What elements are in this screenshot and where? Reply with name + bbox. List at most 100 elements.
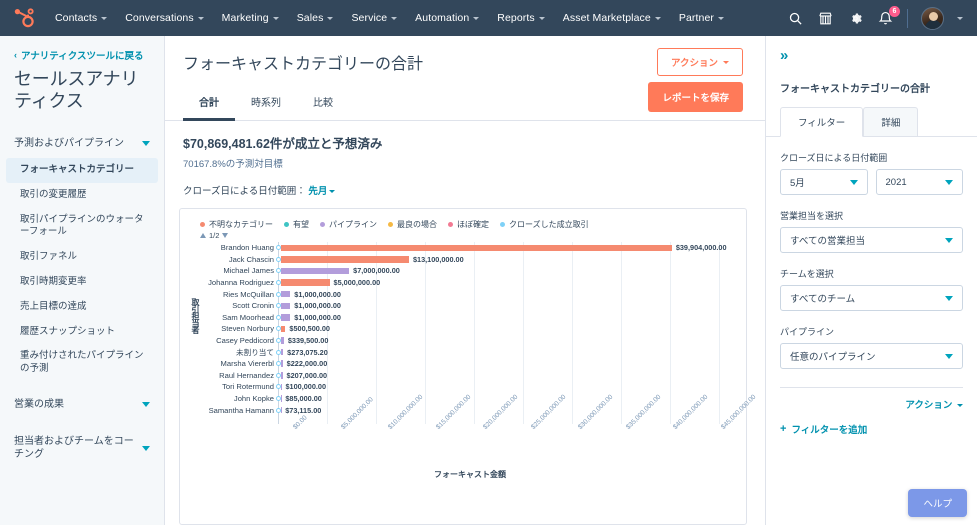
table-row[interactable]: Steven Norbury $500,500.00 bbox=[202, 323, 734, 335]
tab-filters[interactable]: フィルター bbox=[780, 107, 864, 137]
nav-item-automation[interactable]: Automation bbox=[406, 8, 488, 28]
add-filter-label: フィルターを追加 bbox=[791, 425, 868, 436]
bar-segment[interactable] bbox=[280, 302, 291, 310]
sidebar-item-deal-pipeline-waterfall[interactable]: 取引パイプラインのウォーターフォール bbox=[0, 208, 164, 246]
nav-item-sales[interactable]: Sales bbox=[288, 8, 343, 28]
tab-total[interactable]: 合計 bbox=[183, 88, 235, 121]
sidebar-item-weighted-pipeline-forecast[interactable]: 重み付けされたパイプラインの予測 bbox=[0, 344, 164, 382]
tab-timeseries[interactable]: 時系列 bbox=[235, 88, 297, 121]
chevron-down-icon bbox=[945, 179, 953, 185]
bar-segment[interactable] bbox=[280, 290, 291, 298]
nav-item-service[interactable]: Service bbox=[342, 8, 406, 28]
sidebar-item-forecast-category[interactable]: フォーキャストカテゴリー bbox=[6, 157, 158, 183]
closed-won-marker bbox=[275, 280, 281, 286]
right-panel-action-link[interactable]: アクション bbox=[766, 388, 977, 411]
search-icon[interactable] bbox=[787, 10, 804, 27]
table-row[interactable]: Marsha Viererbl $222,000.00 bbox=[202, 358, 734, 370]
chevron-down-icon bbox=[723, 60, 729, 64]
page-down-icon[interactable] bbox=[222, 233, 229, 238]
nav-item-reports[interactable]: Reports bbox=[488, 8, 553, 28]
add-filter-link[interactable]: + フィルターを追加 bbox=[766, 411, 977, 436]
bar-category-label: Brandon Huang bbox=[220, 243, 274, 253]
back-to-analytics-tools-link[interactable]: ‹ アナリティクスツールに戻る bbox=[0, 46, 164, 62]
legend-item-2[interactable]: パイプライン bbox=[320, 219, 377, 230]
nav-item-marketing[interactable]: Marketing bbox=[213, 8, 288, 28]
bar-segment[interactable] bbox=[280, 337, 284, 344]
nav-item-asset-marketplace[interactable]: Asset Marketplace bbox=[554, 8, 670, 28]
sidebar-item-deal-change-history[interactable]: 取引の変更履歴 bbox=[0, 183, 164, 208]
sales-rep-select[interactable]: すべての営業担当 bbox=[780, 227, 963, 253]
tab-details[interactable]: 詳細 bbox=[863, 107, 919, 137]
notifications-bell-icon[interactable]: 6 bbox=[877, 5, 900, 27]
page-up-icon[interactable] bbox=[200, 233, 206, 238]
legend-item-4[interactable]: ほぼ確定 bbox=[448, 219, 489, 230]
account-chevron-down-icon[interactable] bbox=[957, 16, 963, 20]
bar-segment[interactable] bbox=[280, 406, 282, 414]
sidebar-item-deal-push-rate[interactable]: 取引時期変更率 bbox=[0, 270, 164, 295]
table-row[interactable]: Johanna Rodriguez $5,000,000.00 bbox=[202, 277, 734, 289]
month-select[interactable]: 5月 bbox=[780, 169, 868, 195]
bar-segment[interactable] bbox=[280, 267, 350, 275]
tab-comparison[interactable]: 比較 bbox=[297, 88, 349, 121]
sidebar-group-forecast-pipeline[interactable]: 予測およびパイプライン bbox=[0, 127, 164, 158]
bar-segment[interactable] bbox=[280, 325, 286, 333]
chevron-down-icon bbox=[142, 402, 150, 408]
table-row[interactable]: 未割り当て $273,075.20 bbox=[202, 346, 734, 358]
closed-won-marker bbox=[275, 245, 281, 251]
hubspot-sprocket-logo[interactable] bbox=[10, 5, 36, 31]
sidebar-group-coaching[interactable]: 担当者およびチームをコーチング bbox=[0, 425, 164, 469]
legend-color-dot bbox=[320, 222, 325, 227]
table-row[interactable]: Ries McQuillan $1,000,000.00 bbox=[202, 288, 734, 300]
sidebar-item-deal-funnel[interactable]: 取引ファネル bbox=[0, 245, 164, 270]
gear-icon[interactable] bbox=[847, 10, 864, 27]
bar-segment[interactable] bbox=[280, 348, 284, 356]
team-select-value: すべてのチーム bbox=[790, 294, 856, 305]
table-row[interactable]: Casey Peddicord $339,500.00 bbox=[202, 335, 734, 347]
top-nav-items: Contacts Conversations Marketing Sales S… bbox=[46, 8, 733, 28]
legend-color-dot bbox=[200, 222, 205, 227]
legend-item-3[interactable]: 最良の場合 bbox=[388, 219, 437, 230]
pipeline-select[interactable]: 任意のパイプライン bbox=[780, 343, 963, 369]
bar-segment[interactable] bbox=[280, 383, 282, 391]
bar-segment[interactable] bbox=[280, 395, 282, 402]
nav-item-contacts[interactable]: Contacts bbox=[46, 8, 116, 28]
nav-item-conversations[interactable]: Conversations bbox=[116, 8, 212, 28]
table-row[interactable]: Tori Rotermund $100,000.00 bbox=[202, 381, 734, 393]
legend-item-5[interactable]: クローズした成立取引 bbox=[500, 219, 589, 230]
sidebar-group-sales-performance[interactable]: 営業の成果 bbox=[0, 388, 164, 419]
marketplace-icon[interactable] bbox=[817, 10, 834, 27]
chevron-down-icon bbox=[957, 403, 963, 407]
nav-item-partner[interactable]: Partner bbox=[670, 8, 733, 28]
table-row[interactable]: Brandon Huang $39,904,000.00 bbox=[202, 242, 734, 254]
save-report-button[interactable]: レポートを保存 bbox=[648, 82, 743, 112]
sidebar-item-quota-attainment[interactable]: 売上目標の達成 bbox=[0, 295, 164, 320]
bar-segment[interactable] bbox=[280, 360, 283, 367]
year-select[interactable]: 2021 bbox=[875, 169, 963, 195]
chevron-down-icon bbox=[717, 16, 724, 20]
bar-segment[interactable] bbox=[280, 372, 283, 379]
table-row[interactable]: Raul Hernandez $207,000.00 bbox=[202, 370, 734, 382]
table-row[interactable]: Scott Cronin $1,000,000.00 bbox=[202, 300, 734, 312]
legend-color-dot bbox=[500, 222, 505, 227]
table-row[interactable]: Michael James $7,000,000.00 bbox=[202, 265, 734, 277]
date-range-value[interactable]: 先月 bbox=[308, 186, 336, 197]
main-header: フォーキャストカテゴリーの合計 アクション レポートを保存 bbox=[165, 36, 765, 112]
action-button[interactable]: アクション bbox=[656, 48, 743, 76]
help-button[interactable]: ヘルプ bbox=[908, 489, 967, 517]
bar-segment[interactable] bbox=[280, 279, 330, 286]
avatar[interactable] bbox=[921, 6, 944, 30]
table-row[interactable]: Jack Chascin $13,100,000.00 bbox=[202, 254, 734, 266]
bar-segment[interactable] bbox=[280, 314, 291, 321]
chevron-down-icon bbox=[945, 237, 953, 243]
table-row[interactable]: Sam Moorhead $1,000,000.00 bbox=[202, 312, 734, 324]
team-select[interactable]: すべてのチーム bbox=[780, 285, 963, 311]
bar-track: $1,000,000.00 bbox=[275, 312, 734, 324]
legend-item-0[interactable]: 不明なカテゴリー bbox=[200, 219, 273, 230]
bar-segment[interactable] bbox=[280, 244, 672, 252]
chevron-double-right-icon[interactable]: » bbox=[766, 46, 977, 63]
bar-segment[interactable] bbox=[280, 256, 409, 263]
closed-won-marker bbox=[275, 349, 281, 355]
legend-item-1[interactable]: 有望 bbox=[284, 219, 309, 230]
chevron-down-icon bbox=[473, 16, 480, 20]
sidebar-item-historical-snapshot[interactable]: 履歴スナップショット bbox=[0, 320, 164, 345]
